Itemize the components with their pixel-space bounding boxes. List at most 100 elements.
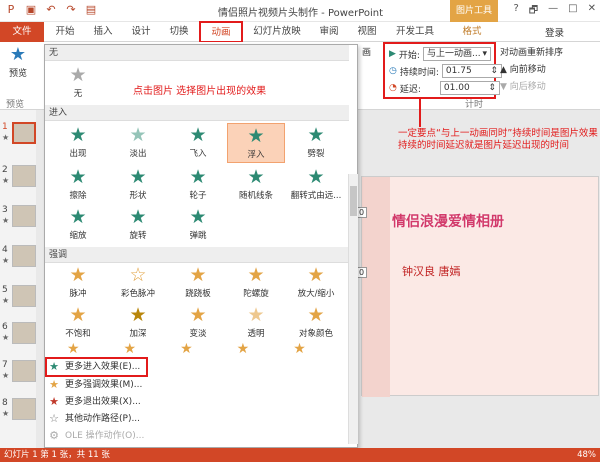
spinner-icon[interactable]: ⇕ xyxy=(488,82,496,94)
effect-fade[interactable]: ★ 淡出 xyxy=(109,123,167,163)
slide-thumbnail[interactable]: 8 ★ xyxy=(2,398,36,428)
slide-thumbnail[interactable]: 5 ★ xyxy=(2,285,36,315)
effect-label: 陀螺旋 xyxy=(243,289,269,299)
effect-fly-in[interactable]: ★ 飞入 xyxy=(169,123,227,163)
slide-authors[interactable]: 钟汉良 唐嫣 xyxy=(402,263,461,279)
tab-slideshow[interactable]: 幻灯片放映 xyxy=(246,22,308,42)
save-icon[interactable]: ▣ xyxy=(24,3,38,17)
timing-annotation: 一定要点“与上一动画同时”持续时间是图片效果持续的时间延迟就是图片延迟出现的时间 xyxy=(398,128,598,151)
slide-thumbnail[interactable]: 7 ★ xyxy=(2,360,36,390)
effect-grow-turn[interactable]: ★ 翻转式由远... xyxy=(287,165,345,205)
effect-label: 变淡 xyxy=(189,329,207,339)
entrance-star-icon: ★ xyxy=(189,166,207,188)
zoom-level[interactable]: 48% xyxy=(577,448,596,462)
effect-grow-shrink[interactable]: ★ 放大/缩小 xyxy=(287,263,345,303)
slide-preview xyxy=(12,360,36,382)
gallery-scrollbar[interactable] xyxy=(348,174,358,444)
duration-value: 01.75 xyxy=(445,66,472,76)
tab-developer[interactable]: 开发工具 xyxy=(390,22,440,42)
effect-color-pulse[interactable]: ☆ 彩色脉冲 xyxy=(109,263,167,303)
status-bar: 幻灯片 1 第 1 张，共 11 张 48% xyxy=(0,448,600,462)
current-slide[interactable]: 0 0 情侣浪漫爱情相册 钟汉良 唐嫣 xyxy=(356,176,599,397)
effect-shape[interactable]: ★ 形状 xyxy=(109,165,167,205)
title-bar: P ▣ ↶ ↷ ▤ 情侣照片视频片头制作 - PowerPoint 图片工具 ?… xyxy=(0,0,600,22)
effect-split[interactable]: ★ 劈裂 xyxy=(287,123,345,163)
effect-bounce[interactable]: ★ 弹跳 xyxy=(169,205,227,245)
effect-teeter[interactable]: ★ 跷跷板 xyxy=(169,263,227,303)
effect-wipe[interactable]: ★ 擦除 xyxy=(49,165,107,205)
start-select[interactable]: 与上一动画... ▾ xyxy=(422,47,491,61)
delay-input[interactable]: 01.00 ⇕ xyxy=(439,81,500,95)
effect-float-in[interactable]: ★ 浮入 xyxy=(227,123,285,163)
tab-animations[interactable]: 动画 xyxy=(199,21,243,43)
effect-wheel[interactable]: ★ 轮子 xyxy=(169,165,227,205)
effect-object-color[interactable]: ★ 对象颜色 xyxy=(287,303,345,343)
slide-thumbnail[interactable]: 2 ★ xyxy=(2,165,36,195)
help-icon[interactable]: ? xyxy=(513,3,518,20)
login-link[interactable]: 登录 xyxy=(545,25,564,39)
more-motion-label: 其他动作路径(P)... xyxy=(65,414,141,424)
picture-tools-label: 图片工具 xyxy=(450,0,498,22)
effect-pulse[interactable]: ★ 脉冲 xyxy=(49,263,107,303)
more-emphasis-effects[interactable]: ★ 更多强调效果(M)... xyxy=(47,377,142,393)
tab-insert[interactable]: 插入 xyxy=(86,22,120,42)
tab-file[interactable]: 文件 xyxy=(0,22,44,42)
tab-view[interactable]: 视图 xyxy=(350,22,384,42)
tab-review[interactable]: 审阅 xyxy=(312,22,346,42)
slide-preview xyxy=(12,245,36,267)
effect-label: 形状 xyxy=(129,191,147,201)
slide-thumbnail[interactable]: 4 ★ xyxy=(2,245,36,275)
more-entrance-label: 更多进入效果(E)... xyxy=(65,362,141,372)
slide-thumbnail[interactable]: 6 ★ xyxy=(2,322,36,352)
start-label: 开始: xyxy=(398,50,420,61)
tab-transitions[interactable]: 切换 xyxy=(162,22,196,42)
close-icon[interactable]: ✕ xyxy=(588,3,596,20)
tab-design[interactable]: 设计 xyxy=(124,22,158,42)
tab-home[interactable]: 开始 xyxy=(48,22,82,42)
effect-swivel[interactable]: ★ 旋转 xyxy=(109,205,167,245)
animation-star-icon: ★ xyxy=(2,216,10,225)
effect-appear[interactable]: ★ 出现 xyxy=(49,123,107,163)
effect-zoom[interactable]: ★ 缩放 xyxy=(49,205,107,245)
duration-input[interactable]: 01.75 ⇕ xyxy=(441,64,502,78)
ole-action-verbs: ⚙ OLE 操作动作(O)... xyxy=(47,428,144,444)
effect-spin[interactable]: ★ 陀螺旋 xyxy=(227,263,285,303)
preview-label: 预览 xyxy=(8,69,27,79)
effect-transparency[interactable]: ★ 透明 xyxy=(227,303,285,343)
preview-button[interactable]: ★ 预览 xyxy=(4,44,32,79)
redo-icon[interactable]: ↷ xyxy=(64,3,78,17)
slide-thumbnail[interactable]: 1 ★ xyxy=(2,122,36,152)
ribbon-display-icon[interactable]: 🗗 xyxy=(529,3,538,20)
quick-access-toolbar: P ▣ ↶ ↷ ▤ xyxy=(4,3,98,17)
arrow-down-icon: ▼ xyxy=(500,82,510,92)
effect-desaturate[interactable]: ★ 不饱和 xyxy=(49,303,107,343)
more-exit-effects[interactable]: ★ 更多退出效果(X)... xyxy=(47,394,141,410)
effect-lighten[interactable]: ★ 变淡 xyxy=(169,303,227,343)
minimize-icon[interactable]: — xyxy=(548,3,558,20)
effect-label: 擦除 xyxy=(69,191,87,201)
slide-thumbnail[interactable]: 3 ★ xyxy=(2,205,36,235)
maximize-icon[interactable]: □ xyxy=(568,3,577,20)
effect-label: 飞入 xyxy=(189,149,207,159)
annotation-arrow xyxy=(419,97,421,127)
undo-icon[interactable]: ↶ xyxy=(44,3,58,17)
slide-number: 7 xyxy=(2,360,8,370)
slideshow-icon[interactable]: ▤ xyxy=(84,3,98,17)
effect-label: 轮子 xyxy=(189,191,207,201)
move-later-button[interactable]: ▼ 向后移动 xyxy=(500,79,563,96)
slide-number: 1 xyxy=(2,122,8,132)
emphasis-star-icon: ★ xyxy=(129,304,147,326)
window-controls: ? 🗗 — □ ✕ xyxy=(513,3,596,20)
emphasis-star-icon: ☆ xyxy=(129,264,147,286)
slide-title[interactable]: 情侣浪漫爱情相册 xyxy=(392,211,504,231)
spinner-icon[interactable]: ⇕ xyxy=(490,65,498,77)
more-entrance-effects[interactable]: ★ 更多进入效果(E)... xyxy=(44,357,149,377)
effect-none[interactable]: ★ 无 xyxy=(49,63,107,103)
scrollbar-thumb[interactable] xyxy=(350,186,357,216)
effect-random-bars[interactable]: ★ 随机线条 xyxy=(227,165,285,205)
move-earlier-button[interactable]: ▲ 向前移动 xyxy=(500,62,563,79)
duration-label: 持续时间: xyxy=(399,67,439,78)
tab-format[interactable]: 格式 xyxy=(452,22,492,42)
effect-darken[interactable]: ★ 加深 xyxy=(109,303,167,343)
more-motion-paths[interactable]: ☆ 其他动作路径(P)... xyxy=(47,411,140,427)
